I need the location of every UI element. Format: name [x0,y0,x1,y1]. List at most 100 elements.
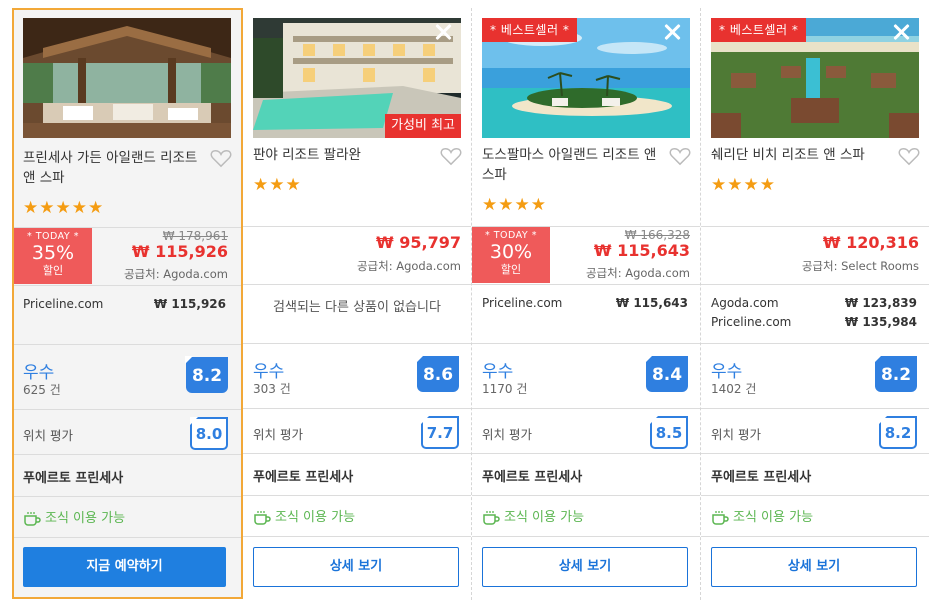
divider [243,536,471,537]
area-name: 푸에르토 프린세사 [253,470,354,485]
today-label: * TODAY * [26,231,80,242]
discount-percent: 35% [31,242,75,264]
discount-suffix: 할인 [42,264,64,277]
divider [472,536,700,537]
location-score: 7.7 [421,416,459,449]
divider [243,495,471,496]
rating-word: 우수 [711,362,743,382]
divider [701,284,929,285]
original-price: ₩ 166,328 [624,228,690,242]
bestseller-badge: * 베스트셀러 * [482,18,578,42]
divider [14,344,241,345]
hotel-photo[interactable]: 가성비 최고 [253,18,461,138]
breakfast-label: 조식 이용 가능 [275,510,356,525]
area-name: 푸에르토 프린세사 [482,470,583,485]
discount-percent: 30% [489,241,533,263]
close-icon[interactable] [433,22,453,42]
divider [472,453,700,454]
divider [243,226,471,227]
divider [701,453,929,454]
hotel-name[interactable]: 쉐리단 비치 리조트 앤 스파 [711,145,889,165]
supplier: 공급처: Agoda.com [356,259,461,273]
ota-price: ₩ 115,643 [615,296,688,310]
ota-price: ₩ 115,926 [153,297,226,311]
divider [472,495,700,496]
heart-icon[interactable] [669,146,691,166]
sale-price[interactable]: ₩ 95,797 [376,233,461,252]
ota-name: Priceline.com [711,315,792,329]
hotel-photo[interactable] [23,18,231,138]
ota-name: Priceline.com [482,296,563,310]
today-discount-badge: * TODAY * 35% 할인 [14,228,92,284]
ota-price-row[interactable]: Priceline.com ₩ 135,984 [711,315,917,329]
star-rating: ★★★★ [711,175,776,195]
close-icon[interactable] [891,22,911,42]
area-name: 푸에르토 프린세사 [711,470,812,485]
hotel-photo[interactable]: * 베스트셀러 * [482,18,690,138]
divider [243,408,471,409]
hotel-card: 프린세사 가든 아일랜드 리조트 앤 스파 ★★★★★ * TODAY * 35… [12,8,243,599]
location-score: 8.0 [190,417,228,450]
hotel-name[interactable]: 도스팔마스 아일랜드 리조트 앤 스파 [482,145,660,185]
breakfast-label: 조식 이용 가능 [733,510,814,525]
sale-price[interactable]: ₩ 120,316 [823,233,919,252]
rating-word: 우수 [482,362,514,382]
cup-icon [483,510,500,525]
divider [14,496,241,497]
star-rating: ★★★★★ [23,198,105,218]
breakfast-info: 조식 이용 가능 [253,506,355,526]
ota-price-row[interactable]: Priceline.com ₩ 115,643 [482,296,688,310]
star-rating: ★★★ [253,175,302,195]
close-icon[interactable] [662,22,682,42]
divider [14,409,241,410]
heart-icon[interactable] [898,146,920,166]
today-label: * TODAY * [484,230,538,241]
sale-price[interactable]: ₩ 115,643 [594,241,690,260]
today-discount-badge: * TODAY * 30% 할인 [472,227,550,283]
original-price: ₩ 178,961 [162,229,228,243]
cup-icon [24,511,41,526]
book-now-button[interactable]: 지금 예약하기 [23,547,226,587]
cup-icon [712,510,729,525]
review-score: 8.6 [416,355,459,392]
hotel-name[interactable]: 판야 리조트 팔라완 [253,145,431,165]
review-count[interactable]: 625 건 [23,381,61,398]
review-count[interactable]: 303 건 [253,380,291,397]
ota-price: ₩ 135,984 [844,315,917,329]
divider [701,343,929,344]
review-count[interactable]: 1402 건 [711,380,756,397]
view-details-button[interactable]: 상세 보기 [711,547,917,587]
breakfast-info: 조식 이용 가능 [23,507,125,527]
sale-price[interactable]: ₩ 115,926 [132,242,228,261]
ota-price-row[interactable]: Agoda.com ₩ 123,839 [711,296,917,310]
view-details-button[interactable]: 상세 보기 [253,547,459,587]
breakfast-info: 조식 이용 가능 [482,506,584,526]
supplier: 공급처: Select Rooms [801,259,919,273]
location-label: 위치 평가 [253,427,303,442]
bestseller-badge: * 베스트셀러 * [711,18,807,42]
heart-icon[interactable] [440,146,462,166]
hotel-card: 가성비 최고 판야 리조트 팔라완 ★★★ ₩ 95,797 공급처: Agod… [243,8,471,598]
best-value-badge: 가성비 최고 [385,114,461,138]
hotel-card: * 베스트셀러 * 쉐리단 비치 리조트 앤 스파 ★★★★ ₩ 120,316… [701,8,929,598]
cup-icon [254,510,271,525]
divider [701,226,929,227]
hotel-card: * 베스트셀러 * 도스팔마스 아일랜드 리조트 앤 스파 ★★★★ * TOD… [472,8,700,598]
divider [243,453,471,454]
hotel-name[interactable]: 프린세사 가든 아일랜드 리조트 앤 스파 [23,148,201,188]
review-count[interactable]: 1170 건 [482,380,527,397]
divider [243,343,471,344]
hotel-photo[interactable]: * 베스트셀러 * [711,18,919,138]
divider [14,285,241,286]
view-details-button[interactable]: 상세 보기 [482,547,688,587]
location-label: 위치 평가 [482,427,532,442]
ota-price-row[interactable]: Priceline.com ₩ 115,926 [23,297,226,311]
location-score: 8.5 [650,416,688,449]
rating-word: 우수 [23,363,55,383]
divider [701,536,929,537]
ota-price: ₩ 123,839 [844,296,917,310]
divider [472,284,700,285]
supplier: 공급처: Agoda.com [585,266,690,280]
heart-icon[interactable] [210,148,232,168]
review-score: 8.2 [185,356,228,393]
